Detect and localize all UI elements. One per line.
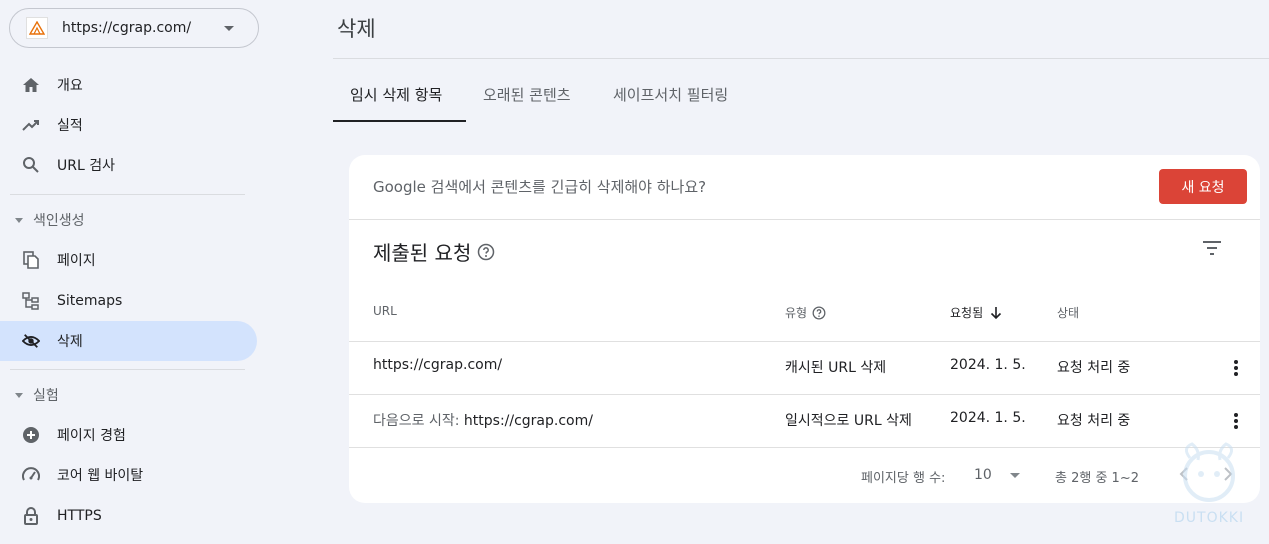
sidebar-item-label: HTTPS [57,508,102,524]
sidebar: https://cgrap.com/ 개요 실적 URL 검사 색인생성 페이지 [0,0,268,544]
section-title: 실험 [33,388,59,404]
property-selector[interactable]: https://cgrap.com/ [9,8,259,48]
rows-per-page-label: 페이지당 행 수: [861,471,946,486]
help-icon[interactable] [477,243,495,261]
filter-icon[interactable] [1201,239,1223,257]
sidebar-item-label: 개요 [57,78,83,94]
column-header-requested[interactable]: 요청됨 [950,304,1003,321]
chevron-down-icon [224,26,234,31]
rows-per-page-value: 10 [974,467,992,483]
divider [349,394,1260,395]
pagination-range: 총 2행 중 1~2 [1055,471,1139,486]
section-toggle-experience[interactable]: 실험 [0,381,59,409]
help-icon[interactable] [812,306,826,320]
urgent-removal-question: Google 검색에서 콘텐츠를 긴급히 삭제해야 하나요? [373,178,707,196]
divider [349,219,1260,220]
section-toggle-indexing[interactable]: 색인생성 [0,206,85,234]
sidebar-item-label: URL 검사 [57,158,115,174]
sidebar-item-pages[interactable]: 페이지 [0,240,257,280]
arrow-down-icon [991,306,1002,319]
chevron-down-icon [1009,472,1020,478]
pages-icon [22,251,40,269]
active-tab-indicator [333,120,466,122]
rows-per-page-select[interactable]: 10 [974,466,1020,484]
section-title: 색인생성 [33,213,85,229]
sidebar-item-performance[interactable]: 실적 [0,105,257,145]
visibility-off-icon [22,332,40,350]
divider [10,369,245,370]
tab-outdated-content[interactable]: 오래된 콘텐츠 [483,84,571,105]
url-value: https://cgrap.com/ [463,413,593,429]
page-title: 삭제 [337,17,376,41]
divider [333,58,1269,59]
chevron-down-icon [15,217,23,223]
more-vert-icon[interactable] [1234,359,1238,377]
more-vert-icon[interactable] [1234,412,1238,430]
new-request-button[interactable]: 새 요청 [1159,169,1247,204]
sidebar-item-label: Sitemaps [57,293,123,309]
site-logo-icon [26,17,48,39]
tab-safesearch-filtering[interactable]: 세이프서치 필터링 [613,84,728,105]
sidebar-item-label: 삭제 [57,334,83,350]
property-url: https://cgrap.com/ [62,20,192,36]
sidebar-item-page-experience[interactable]: 페이지 경험 [0,415,257,455]
column-header-type: 유형 [785,304,826,321]
sidebar-item-core-web-vitals[interactable]: 코어 웹 바이탈 [0,455,257,495]
sidebar-item-label: 페이지 경험 [57,428,126,444]
row-type: 일시적으로 URL 삭제 [785,413,912,429]
row-type: 캐시된 URL 삭제 [785,360,887,376]
home-icon [22,76,40,94]
trending-up-icon [22,116,40,134]
requests-card: Google 검색에서 콘텐츠를 긴급히 삭제해야 하나요? 새 요청 제출된 … [349,155,1260,503]
row-status: 요청 처리 중 [1057,413,1131,429]
divider [349,341,1260,342]
url-prefix: 다음으로 시작: [373,413,464,429]
row-status: 요청 처리 중 [1057,360,1131,376]
watermark-text: DUTOKKI [1174,510,1245,526]
lock-icon [22,507,40,525]
sitemap-icon [22,292,40,310]
sidebar-item-overview[interactable]: 개요 [0,65,257,105]
chevron-down-icon [15,392,23,398]
divider [10,194,245,195]
sidebar-item-label: 코어 웹 바이탈 [57,468,144,484]
column-header-label: 요청됨 [950,306,984,320]
column-header-status: 상태 [1057,306,1080,320]
url-value: https://cgrap.com/ [373,357,503,373]
sidebar-item-https[interactable]: HTTPS [0,496,257,536]
tab-temporary-removals[interactable]: 임시 삭제 항목 [350,84,442,105]
sidebar-item-url-inspection[interactable]: URL 검사 [0,145,257,185]
add-circle-icon [22,426,40,444]
sidebar-item-label: 페이지 [57,253,96,269]
submitted-requests-title: 제출된 요청 [373,237,495,266]
column-header-label: 유형 [785,306,808,320]
sidebar-item-removals[interactable]: 삭제 [0,321,257,361]
row-url: 다음으로 시작: https://cgrap.com/ [373,410,593,430]
speed-icon [22,466,40,484]
column-header-url: URL [373,304,397,318]
sidebar-item-label: 실적 [57,118,83,134]
row-date: 2024. 1. 5. [950,410,1026,426]
row-date: 2024. 1. 5. [950,357,1026,373]
search-icon [22,156,40,174]
divider [349,447,1260,448]
section-title-text: 제출된 요청 [373,241,472,265]
row-url: https://cgrap.com/ [373,357,502,373]
sidebar-item-sitemaps[interactable]: Sitemaps [0,281,257,321]
